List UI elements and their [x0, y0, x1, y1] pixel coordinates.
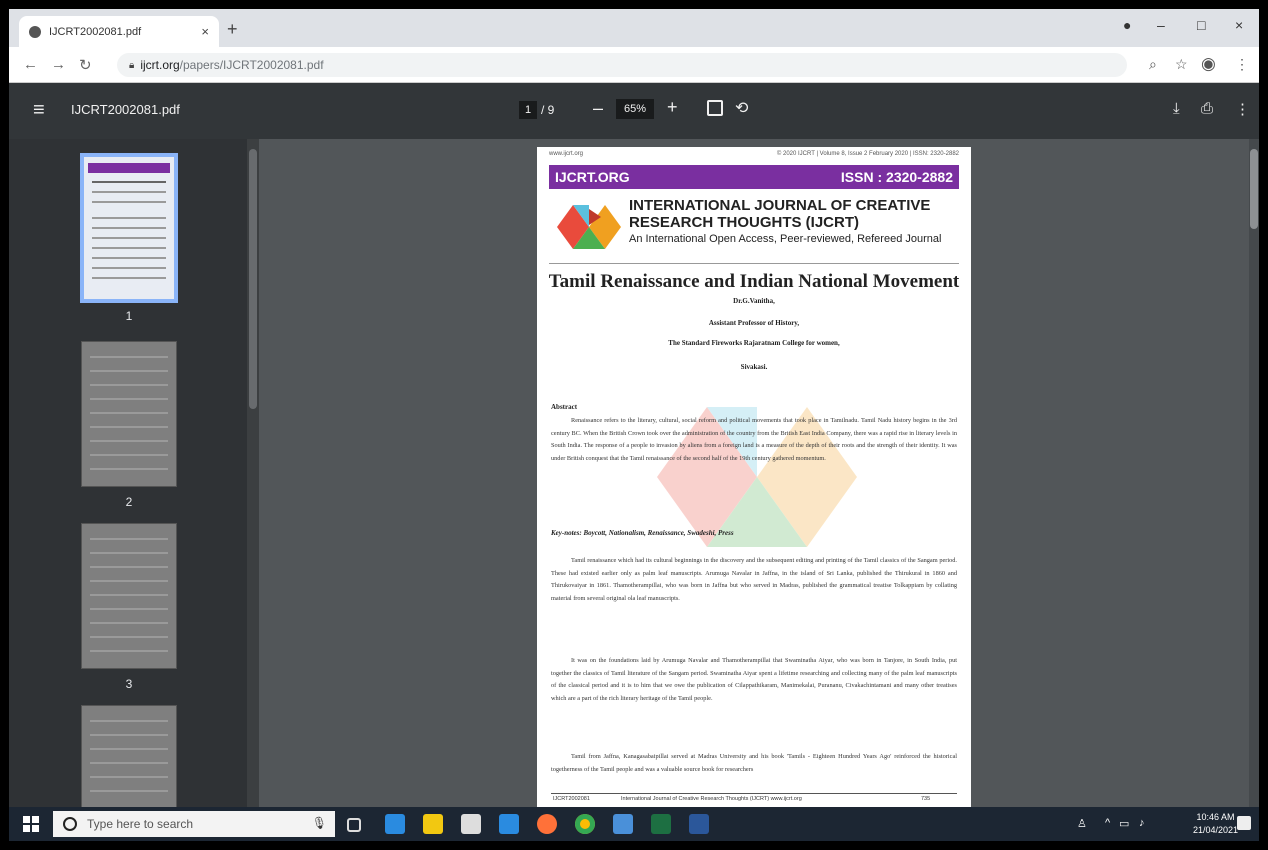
- browser-tabstrip: IJCRT2002081.pdf × + ● – □ ×: [9, 9, 1259, 47]
- page-total: / 9: [541, 103, 555, 117]
- task-view-icon[interactable]: [347, 818, 361, 832]
- back-arrow-icon[interactable]: ←: [23, 56, 38, 73]
- footer-page-number: 735: [921, 796, 931, 802]
- thumbnail-sidebar: 1 2 3: [9, 139, 247, 841]
- download-icon[interactable]: ⤓: [1173, 100, 1180, 117]
- viewer-scrollbar[interactable]: [1249, 139, 1259, 807]
- banner-left: IJCRT.ORG: [555, 169, 630, 185]
- author-city: Sivakasi.: [740, 363, 768, 371]
- page-header: www.ijcrt.org © 2020 IJCRT | Volume 8, I…: [549, 151, 959, 161]
- zoom-out-button[interactable]: –: [593, 98, 603, 119]
- profile-icon[interactable]: ◉: [1201, 54, 1216, 74]
- maximize-button[interactable]: □: [1197, 17, 1205, 33]
- zoom-magnifier-icon[interactable]: ⌕: [1149, 56, 1157, 73]
- taskbar-clock[interactable]: 10:46 AM 21/04/2021: [1193, 811, 1238, 837]
- reload-icon[interactable]: ↻: [79, 56, 92, 74]
- author-institution: The Standard Fireworks Rajaratnam Colleg…: [668, 339, 840, 347]
- page-thumbnail-3[interactable]: [81, 523, 177, 669]
- clock-date: 21/04/2021: [1193, 825, 1239, 835]
- footer-journal: International Journal of Creative Resear…: [621, 796, 802, 802]
- globe-icon: [29, 25, 41, 38]
- thumbnail-label: 1: [125, 309, 133, 323]
- pdf-page: www.ijcrt.org © 2020 IJCRT | Volume 8, I…: [537, 147, 971, 807]
- people-icon[interactable]: ♙: [1077, 817, 1087, 830]
- windows-taskbar: Type here to search 🎙︎ ♙ ^ ▭ ♪ 10:46 AM …: [9, 807, 1259, 841]
- footer-id: IJCRT2002081: [553, 796, 590, 802]
- browser-tab[interactable]: IJCRT2002081.pdf ×: [19, 16, 219, 47]
- journal-title: INTERNATIONAL JOURNAL OF CREATIVE RESEAR…: [629, 197, 930, 231]
- chrome-menu-icon[interactable]: ⋮: [1235, 56, 1249, 73]
- edge-browser-icon[interactable]: [385, 814, 405, 834]
- url-host: ijcrt.org: [140, 58, 180, 72]
- screen: IJCRT2002081.pdf × + ● – □ × ← → ↻ 🔒︎ ij…: [9, 9, 1259, 841]
- pdf-toolbar: ≡ IJCRT2002081.pdf 1 / 9 – 65% + ⟲ ⤓ ⎙ ⋮: [9, 83, 1259, 139]
- url-field[interactable]: 🔒︎ ijcrt.org /papers/IJCRT2002081.pdf: [117, 53, 1127, 77]
- tab-title: IJCRT2002081.pdf: [49, 25, 142, 38]
- network-icon[interactable]: ▭: [1119, 817, 1129, 830]
- ijcrt-logo-icon: [557, 205, 621, 249]
- page-thumbnail-1[interactable]: [80, 153, 178, 303]
- keywords: Key-notes: Boycott, Nationalism, Renaiss…: [551, 529, 734, 537]
- bookmark-star-icon[interactable]: ☆: [1175, 56, 1188, 73]
- word-icon[interactable]: [689, 814, 709, 834]
- print-icon[interactable]: ⎙: [1201, 100, 1213, 117]
- article-title: Tamil Renaissance and Indian National Mo…: [548, 271, 960, 292]
- abstract-heading: Abstract: [551, 403, 578, 411]
- body-paragraph-2: It was on the foundations laid by Arumug…: [551, 657, 957, 702]
- more-options-icon[interactable]: ⋮: [1235, 100, 1250, 118]
- page-number-input[interactable]: 1: [519, 101, 537, 119]
- rotate-icon[interactable]: ⟲: [735, 98, 748, 118]
- file-explorer-icon[interactable]: [423, 814, 443, 834]
- new-tab-button[interactable]: +: [227, 19, 238, 40]
- journal-title-line-1: INTERNATIONAL JOURNAL OF CREATIVE: [629, 197, 931, 214]
- document-name: IJCRT2002081.pdf: [71, 102, 180, 117]
- thumbnail-label: 2: [125, 495, 133, 509]
- cortana-icon: [63, 817, 77, 831]
- thumbnail-label: 3: [125, 677, 133, 691]
- tab-close-icon[interactable]: ×: [201, 24, 209, 39]
- clock-time: 10:46 AM: [1196, 812, 1235, 822]
- mail-icon[interactable]: [499, 814, 519, 834]
- viewer-scrollbar-thumb[interactable]: [1250, 149, 1258, 229]
- page-thumbnail-2[interactable]: [81, 341, 177, 487]
- store-icon[interactable]: [461, 814, 481, 834]
- page-footer: IJCRT2002081 International Journal of Cr…: [551, 793, 957, 805]
- author-position: Assistant Professor of History,: [708, 319, 800, 327]
- chrome-icon[interactable]: [575, 814, 595, 834]
- close-button[interactable]: ×: [1235, 17, 1243, 33]
- pdf-viewer: www.ijcrt.org © 2020 IJCRT | Volume 8, I…: [259, 139, 1259, 807]
- search-placeholder: Type here to search: [87, 817, 194, 831]
- journal-subtitle: An International Open Access, Peer-revie…: [629, 233, 942, 245]
- minimize-button[interactable]: –: [1157, 17, 1165, 33]
- taskbar-search-box[interactable]: Type here to search 🎙︎: [53, 811, 335, 837]
- notification-center-icon[interactable]: [1237, 816, 1251, 830]
- firefox-icon[interactable]: [537, 814, 557, 834]
- url-path: /papers/IJCRT2002081.pdf: [179, 58, 324, 72]
- address-bar-row: ← → ↻ 🔒︎ ijcrt.org /papers/IJCRT2002081.…: [9, 47, 1259, 83]
- page-header-left: www.ijcrt.org: [549, 151, 584, 157]
- windows-start-icon[interactable]: [23, 816, 39, 832]
- zoom-in-button[interactable]: +: [667, 97, 678, 118]
- body-paragraph-3: Tamil from Jaffna, Kanagasabaipillai ser…: [551, 753, 957, 773]
- volume-icon[interactable]: ♪: [1139, 817, 1145, 829]
- hamburger-menu-icon[interactable]: ≡: [33, 99, 45, 122]
- page-header-right: © 2020 IJCRT | Volume 8, Issue 2 Februar…: [776, 151, 959, 157]
- author-name: Dr.G.Vanitha,: [733, 297, 775, 305]
- tray-chevron-icon[interactable]: ^: [1105, 817, 1110, 829]
- forward-arrow-icon[interactable]: →: [51, 56, 66, 73]
- journal-title-line-2: RESEARCH THOUGHTS (IJCRT): [629, 214, 860, 231]
- microphone-icon[interactable]: 🎙︎: [312, 816, 327, 830]
- banner-right: ISSN : 2320-2882: [840, 169, 953, 185]
- body-paragraph-1: Tamil renaissance which had its cultural…: [551, 557, 957, 602]
- lock-icon: 🔒︎: [129, 59, 135, 71]
- app-icon[interactable]: [613, 814, 633, 834]
- fit-to-page-icon[interactable]: [707, 100, 723, 116]
- sidebar-scrollbar-thumb[interactable]: [249, 149, 257, 409]
- divider: [549, 263, 959, 264]
- journal-banner: IJCRT.ORG ISSN : 2320-2882: [549, 165, 959, 189]
- account-circle-icon[interactable]: ●: [1123, 17, 1131, 33]
- zoom-level-input[interactable]: 65%: [616, 99, 654, 119]
- abstract-text: Renaissance refers to the literary, cult…: [551, 417, 957, 462]
- excel-icon[interactable]: [651, 814, 671, 834]
